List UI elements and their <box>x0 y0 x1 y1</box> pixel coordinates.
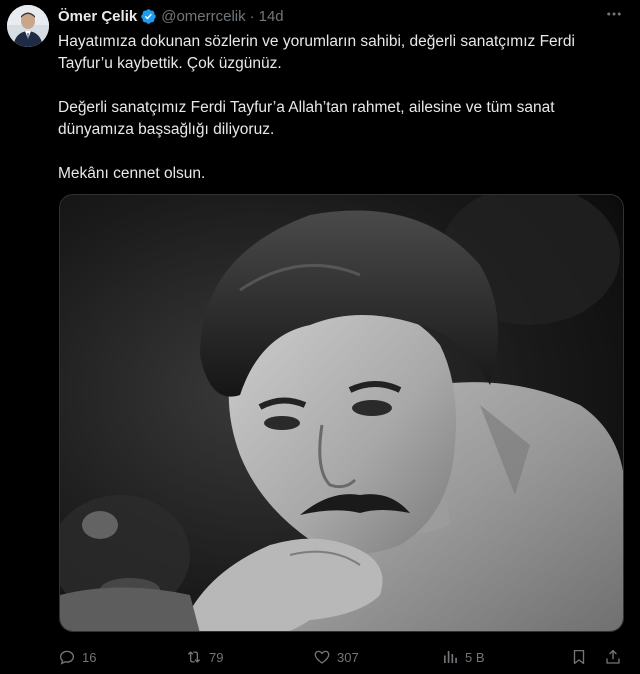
author-handle[interactable]: @omerrcelik <box>161 8 245 25</box>
tweet-paragraph: Değerli sanatçımız Ferdi Tayfur’a Allah’… <box>58 99 555 138</box>
views-button[interactable]: 5 B <box>441 645 485 669</box>
reply-count: 16 <box>82 649 97 665</box>
tweet-paragraph: Hayatımıza dokunan sözlerin ve yorumları… <box>58 33 575 72</box>
tweet-actions: 16 79 307 5 B <box>58 645 628 669</box>
author-name[interactable]: Ömer Çelik <box>58 8 137 25</box>
like-button[interactable]: 307 <box>313 645 359 669</box>
reply-button[interactable]: 16 <box>58 645 96 669</box>
retweet-icon <box>187 651 201 663</box>
more-icon[interactable] <box>604 6 624 22</box>
header-separator: · <box>249 7 255 25</box>
views-icon <box>444 651 457 663</box>
retweet-button[interactable]: 79 <box>185 645 223 669</box>
tweet-paragraph: Mekânı cennet olsun. <box>58 165 206 182</box>
avatar[interactable] <box>7 5 49 47</box>
reply-icon <box>59 650 75 665</box>
portrait-image <box>60 195 623 631</box>
share-icon <box>606 649 620 664</box>
views-count: 5 B <box>465 649 485 665</box>
verified-badge-icon <box>140 8 157 25</box>
share-button[interactable] <box>604 645 622 669</box>
like-count: 307 <box>337 649 359 665</box>
bookmark-icon <box>573 649 585 665</box>
tweet-text: Hayatımıza dokunan sözlerin ve yorumları… <box>58 31 624 185</box>
avatar-image <box>7 5 49 47</box>
retweet-count: 79 <box>209 649 224 665</box>
tweet-header: Ömer Çelik @omerrcelik · 14d <box>58 6 284 26</box>
heart-icon <box>314 650 330 664</box>
tweet-photo[interactable] <box>59 194 624 632</box>
bookmark-button[interactable] <box>570 645 588 669</box>
tweet-timestamp[interactable]: 14d <box>259 8 284 25</box>
